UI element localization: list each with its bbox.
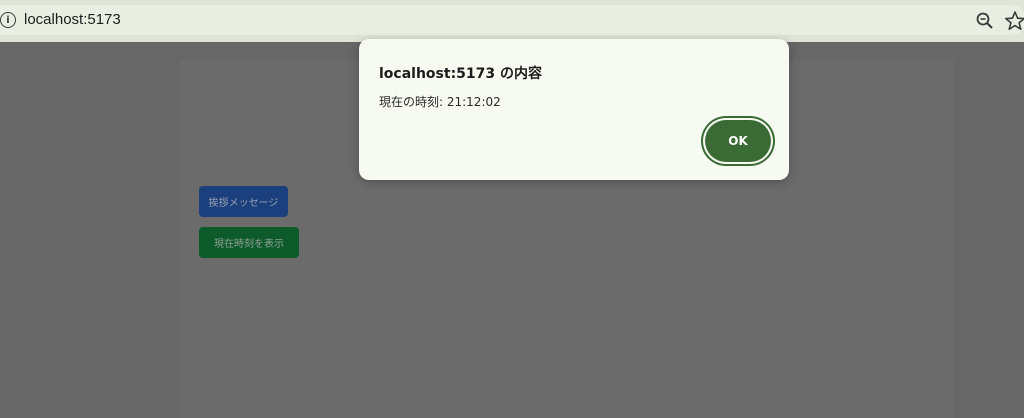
show-current-time-button[interactable]: 現在時刻を表示 [199, 227, 299, 258]
url-text[interactable]: localhost:5173 [24, 11, 121, 28]
alert-dialog: localhost:5173 の内容 現在の時刻: 21:12:02 OK [359, 39, 789, 180]
greeting-message-button[interactable]: 挨拶メッセージ [199, 186, 288, 217]
ok-button[interactable]: OK [705, 120, 771, 162]
star-icon[interactable] [1004, 10, 1024, 32]
dialog-title: localhost:5173 の内容 [379, 66, 543, 82]
browser-toolbar: i localhost:5173 [0, 0, 1024, 42]
info-icon[interactable]: i [0, 12, 16, 28]
zoom-icon[interactable] [975, 11, 995, 31]
dialog-message: 現在の時刻: 21:12:02 [379, 95, 501, 109]
address-bar[interactable] [0, 5, 1024, 35]
